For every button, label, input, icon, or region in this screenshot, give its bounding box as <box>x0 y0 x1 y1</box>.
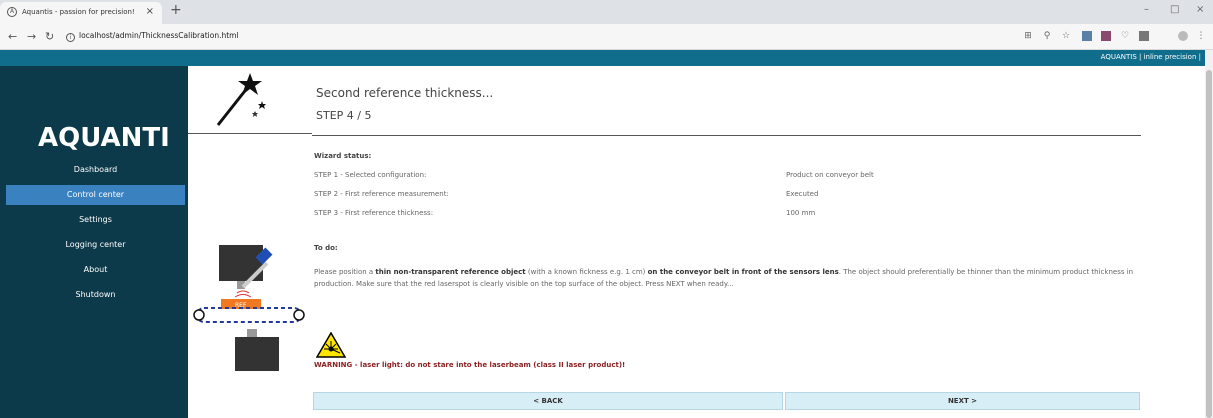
tab-close-icon[interactable]: × <box>146 6 154 17</box>
app-topbar: AQUANTIS | inline precision | <box>0 50 1205 66</box>
status-value: Executed <box>786 190 819 198</box>
status-value: 100 mm <box>786 209 816 217</box>
url-text: localhost/admin/ThicknessCalibration.htm… <box>79 31 239 40</box>
magic-wand-icon <box>216 73 266 126</box>
next-button[interactable]: NEXT > <box>785 392 1140 410</box>
conveyor-belt-icon <box>196 307 302 323</box>
wizard-content: Second reference thickness... STEP 4 / 5… <box>188 66 1205 418</box>
status-key: STEP 1 - Selected configuration: <box>314 171 427 179</box>
divider <box>188 133 312 134</box>
site-favicon-icon: A <box>7 7 17 17</box>
sidebar-item-dashboard[interactable]: Dashboard <box>6 160 185 180</box>
browser-tabstrip: A Aquantis - passion for precision! × + … <box>0 0 1213 24</box>
divider <box>312 135 1141 136</box>
aquantis-logo: AQUANTIS <box>38 123 168 153</box>
extension-screenshot-icon[interactable] <box>1082 31 1092 41</box>
window-close-icon[interactable]: × <box>1196 4 1204 15</box>
browser-toolbar: ← → ↻ i localhost/admin/ThicknessCalibrat… <box>0 24 1213 50</box>
scrollbar-thumb[interactable] <box>1206 70 1212 418</box>
conveyor-sensor-illustration: REF <box>193 245 305 371</box>
site-info-icon[interactable]: i <box>66 33 75 42</box>
sensor-bottom-icon <box>235 337 279 371</box>
logo-text-q: AQUANTIS <box>38 123 168 153</box>
status-key: STEP 2 - First reference measurement: <box>314 190 449 198</box>
bookmark-star-icon[interactable]: ☆ <box>1061 31 1071 41</box>
tab-title: Aquantis - passion for precision! <box>22 8 135 16</box>
todo-label: To do: <box>314 244 338 252</box>
page-scrollbar[interactable] <box>1205 50 1213 418</box>
browser-tab[interactable]: A Aquantis - passion for precision! × <box>0 2 162 24</box>
brand-text: AQUANTIS | inline precision | <box>1100 53 1201 61</box>
wizard-title: Second reference thickness... <box>316 86 494 100</box>
status-value: Product on conveyor belt <box>786 171 874 179</box>
sidebar-item-about[interactable]: About <box>6 260 185 280</box>
wizard-step: STEP 4 / 5 <box>316 109 372 122</box>
sidebar-item-settings[interactable]: Settings <box>6 210 185 230</box>
back-button[interactable]: < BACK <box>313 392 783 410</box>
reload-icon[interactable]: ↻ <box>45 30 54 43</box>
back-arrow-icon[interactable]: ← <box>8 30 17 43</box>
todo-instructions: Please position a thin non-transparent r… <box>314 268 1134 288</box>
account-avatar-icon[interactable] <box>1178 31 1188 41</box>
sidebar: AQUANTIS Dashboard Control center Settings… <box>0 66 188 418</box>
status-key: STEP 3 - First reference thickness: <box>314 209 434 217</box>
new-tab-button[interactable]: + <box>170 2 182 18</box>
menu-dots-icon[interactable]: ⋮ <box>1196 31 1206 41</box>
zoom-icon[interactable]: ⚲ <box>1042 31 1052 41</box>
laser-warning-icon <box>316 332 346 358</box>
sidebar-item-logging-center[interactable]: Logging center <box>6 235 185 255</box>
extension-profile-icon[interactable] <box>1139 31 1149 41</box>
address-bar[interactable]: i localhost/admin/ThicknessCalibration.ht… <box>66 31 239 42</box>
laser-warning-text: WARNING - laser light: do not stare into… <box>314 361 626 369</box>
extension-media-icon[interactable] <box>1101 31 1111 41</box>
restore-icon[interactable]: □ <box>1170 4 1179 15</box>
translate-icon[interactable]: ⊞ <box>1023 31 1033 41</box>
forward-arrow-icon[interactable]: → <box>27 30 36 43</box>
sidebar-item-shutdown[interactable]: Shutdown <box>6 285 185 305</box>
extension-heart-icon[interactable]: ♡ <box>1120 31 1130 41</box>
sidebar-item-control-center[interactable]: Control center <box>6 185 185 205</box>
wizard-status-label: Wizard status: <box>314 152 372 160</box>
minimize-icon[interactable]: – <box>1144 4 1149 15</box>
